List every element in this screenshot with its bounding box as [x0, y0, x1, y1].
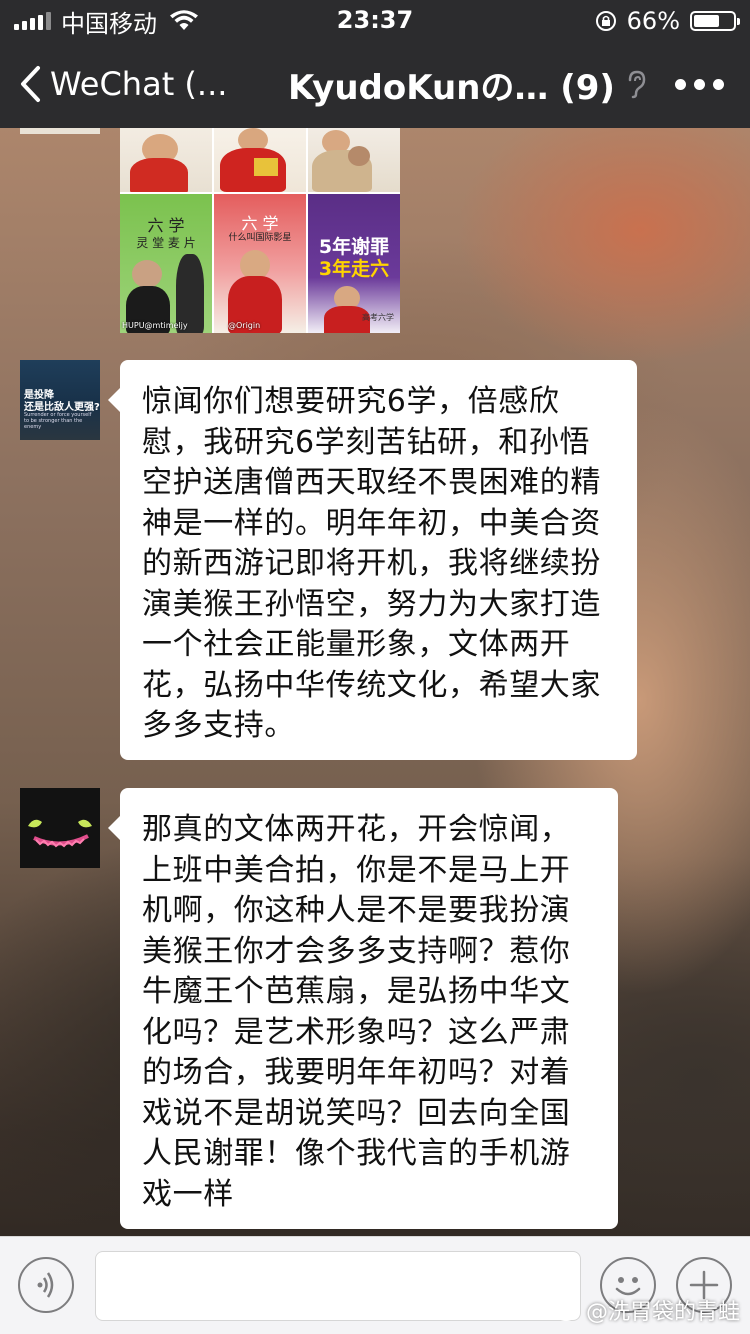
nav-bar: WeChat (... KyudoKunの… (9)	[0, 40, 750, 128]
watermark-hupu: HUPU@mtimeljy	[122, 321, 188, 330]
avatar-text: Surrender or force yourself to be strong…	[24, 412, 92, 430]
back-button[interactable]: WeChat (...	[18, 40, 227, 128]
collage-cell	[308, 128, 400, 192]
image-message[interactable]: 六 学 灵 堂 麦 片 HUPU@mtimeljy 六 学 什么叫国际影星 @O…	[120, 128, 400, 333]
status-bar: 中国移动 23:37 66%	[0, 0, 750, 40]
more-dot	[675, 78, 686, 90]
more-dot	[713, 78, 724, 90]
back-label: WeChat (...	[50, 65, 228, 103]
message-bubble[interactable]: 惊闻你们想要研究6学，倍感欣慰，我研究6学刻苦钻研，和孙悟空护送唐僧西天取经不畏…	[108, 360, 637, 760]
collage-cell	[214, 128, 306, 192]
watermark-origin: @Origin	[228, 321, 261, 330]
more-dot	[694, 78, 705, 90]
ear-icon	[628, 70, 646, 99]
battery-percent: 66%	[626, 7, 680, 35]
avatar[interactable]	[20, 788, 100, 868]
book-subtitle: 什么叫国际影星	[228, 233, 292, 243]
collage-cell	[120, 128, 212, 192]
back-chevron-icon	[21, 66, 40, 102]
status-right: 66%	[595, 6, 740, 36]
voice-button[interactable]	[18, 1257, 74, 1313]
input-bar: @洗胃袋的青蛙	[0, 1236, 750, 1334]
avatar-text: 还是比敌人更强?	[24, 402, 100, 413]
book-title: 六 学	[147, 216, 185, 235]
watermark-text: @洗胃袋的青蛙	[585, 1300, 740, 1325]
book-small-text: 高考六学	[362, 313, 394, 322]
book-big-title-1: 5年谢罪	[318, 236, 390, 258]
weibo-icon	[554, 1301, 580, 1321]
collage-cell: 5年谢罪 3年走六 高考六学	[308, 194, 400, 333]
weibo-watermark: @洗胃袋的青蛙	[554, 1294, 740, 1326]
collage-cell: 六 学 灵 堂 麦 片 HUPU@mtimeljy	[120, 194, 212, 333]
more-button[interactable]	[675, 40, 724, 128]
battery-fill	[694, 15, 719, 27]
book-subtitle: 灵 堂 麦 片	[136, 236, 196, 250]
rotation-lock-icon	[595, 11, 616, 31]
voice-icon	[37, 1272, 54, 1298]
chat-title: KyudoKunの… (9)	[288, 67, 615, 108]
avatar[interactable]: 是投降 还是比敌人更强? Surrender or force yourself…	[20, 360, 100, 440]
book-big-title-2: 3年走六	[318, 258, 390, 280]
battery-icon	[690, 11, 740, 31]
message-input[interactable]	[95, 1251, 581, 1321]
previous-avatar[interactable]	[20, 128, 100, 134]
message-bubble[interactable]: 那真的文体两开花，开会惊闻，上班中美合拍，你是不是马上开机啊，你这种人是不是要我…	[108, 788, 618, 1229]
collage-cell: 六 学 什么叫国际影星 @Origin	[214, 194, 306, 333]
chat-title-area[interactable]: KyudoKunの… (9)	[288, 40, 647, 128]
toothless-face-icon	[20, 788, 100, 868]
